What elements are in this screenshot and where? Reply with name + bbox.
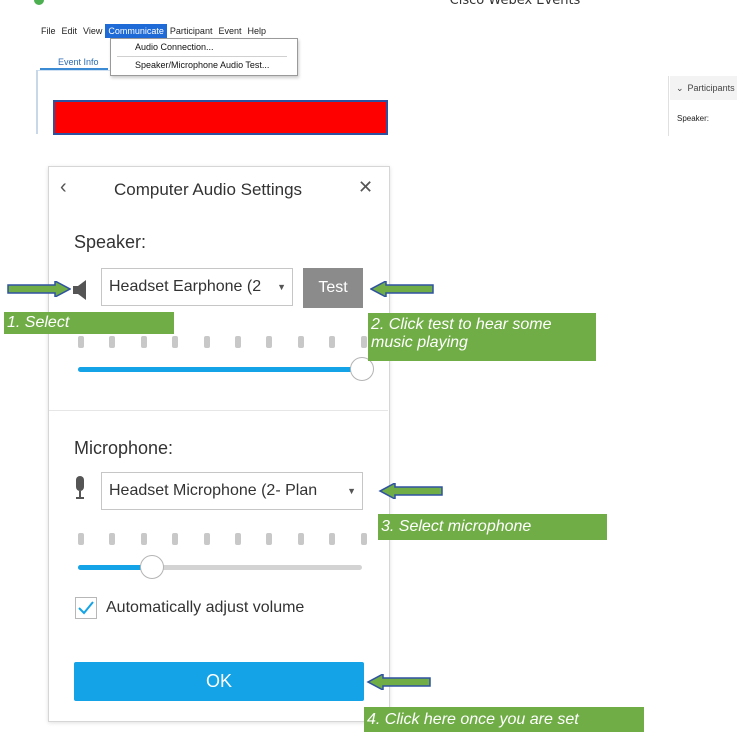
app-title: Cisco Webex Events (449, 0, 581, 8)
volume-tick (172, 336, 179, 348)
chevron-down-icon: ⌄ (676, 83, 684, 93)
menu-bar: File Edit View Communicate Participant E… (38, 24, 269, 38)
dialog-title: Computer Audio Settings (114, 180, 303, 199)
menu-item-audio-connection[interactable]: Audio Connection... (135, 42, 214, 52)
speaker-slider-fill (78, 367, 362, 372)
communicate-menu: Audio Connection... Speaker/Microphone A… (110, 38, 298, 76)
close-icon[interactable]: ✕ (358, 177, 373, 198)
volume-tick (266, 336, 273, 348)
redacted-bar (53, 100, 388, 135)
participants-header[interactable]: ⌄ Participants (670, 76, 737, 100)
volume-tick (360, 533, 367, 545)
speaker-device-select[interactable]: Headset Earphone (2 ▼ (101, 268, 293, 306)
participants-header-label: Participants (687, 83, 735, 93)
tab-active-indicator (40, 68, 108, 70)
volume-tick (360, 336, 367, 348)
menu-participant[interactable]: Participant (167, 24, 216, 38)
volume-tick (266, 533, 273, 545)
volume-tick (297, 533, 304, 545)
checkmark-icon (78, 601, 94, 615)
content-frame-border (36, 70, 38, 134)
volume-tick (140, 336, 147, 348)
arrow-left-icon (370, 281, 434, 297)
auto-adjust-label: Automatically adjust volume (106, 599, 305, 616)
annotation-step-3: 3. Select microphone (378, 514, 607, 540)
menu-view[interactable]: View (80, 24, 105, 38)
section-divider (49, 410, 388, 411)
menu-communicate[interactable]: Communicate (105, 24, 167, 38)
speaker-heading: Speaker: (74, 232, 147, 252)
menu-event[interactable]: Event (215, 24, 244, 38)
arrow-right-icon (7, 281, 71, 297)
microphone-device-select[interactable]: Headset Microphone (2- Plan ▼ (101, 472, 363, 510)
menu-edit[interactable]: Edit (59, 24, 81, 38)
volume-tick (329, 336, 336, 348)
arrow-left-icon (366, 674, 431, 690)
volume-tick (172, 533, 179, 545)
volume-tick (203, 336, 210, 348)
volume-tick (109, 533, 116, 545)
microphone-device-value: Headset Microphone (2- Plan (109, 482, 318, 499)
microphone-icon (76, 476, 84, 499)
volume-tick (235, 533, 241, 545)
volume-tick (297, 336, 304, 348)
app-title-bar (0, 0, 737, 24)
dropdown-caret-icon: ▼ (347, 486, 356, 496)
annotation-step-1: 1. Select (4, 312, 174, 334)
arrow-left-icon (378, 483, 443, 499)
ok-button[interactable]: OK (74, 662, 364, 701)
speaker-icon (73, 280, 86, 300)
annotation-step-4: 4. Click here once you are set (364, 707, 644, 732)
participants-speaker-label: Speaker: (677, 114, 710, 123)
menu-item-audio-test[interactable]: Speaker/Microphone Audio Test... (135, 60, 269, 70)
dropdown-caret-icon: ▼ (277, 282, 286, 292)
auto-adjust-checkbox[interactable] (75, 597, 97, 619)
annotation-step-2: 2. Click test to hear some music playing (368, 313, 596, 361)
speaker-test-button[interactable]: Test (303, 268, 363, 308)
menu-help[interactable]: Help (244, 24, 269, 38)
tab-event-info[interactable]: Event Info (58, 57, 99, 67)
volume-tick (109, 336, 116, 348)
microphone-volume-ticks (78, 533, 367, 545)
volume-tick (78, 533, 84, 545)
menu-separator (117, 56, 287, 57)
back-chevron-icon[interactable]: ‹ (60, 176, 67, 199)
speaker-volume-slider[interactable] (78, 357, 374, 381)
microphone-volume-slider[interactable] (78, 555, 362, 579)
volume-tick (235, 336, 241, 348)
microphone-heading: Microphone: (74, 438, 174, 458)
speaker-device-value: Headset Earphone (2 (109, 278, 262, 295)
volume-tick (203, 533, 210, 545)
speaker-volume-ticks (78, 336, 367, 348)
volume-tick (140, 533, 147, 545)
menu-file[interactable]: File (38, 24, 59, 38)
microphone-slider-knob[interactable] (140, 555, 164, 579)
volume-tick (78, 336, 84, 348)
volume-tick (329, 533, 336, 545)
